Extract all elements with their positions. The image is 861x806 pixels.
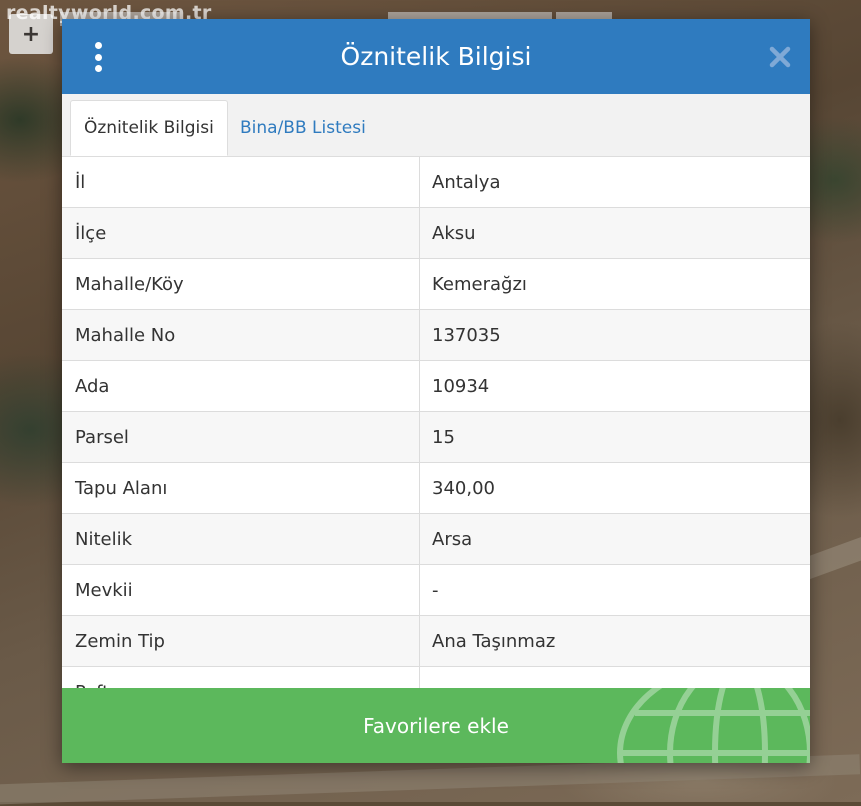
row-label: Tapu Alanı [62,463,420,513]
close-icon[interactable] [768,45,792,69]
row-value [420,667,810,688]
modal-title: Öznitelik Bilgisi [340,42,532,71]
row-value: Arsa [432,528,473,550]
row-value: Antalya [432,171,501,193]
modal-header: Öznitelik Bilgisi [62,19,810,94]
add-to-favorites-label: Favorilere ekle [363,713,509,738]
row-label: İlçe [62,208,420,258]
row-value: Aksu [432,222,476,244]
attribute-table[interactable]: İl Antalya İlçe Aksu Mahalle/Köy Kemerağ… [62,157,810,688]
row-value: 15 [432,426,455,448]
row-label: İl [62,157,420,207]
table-row: Mahalle No 137035 [62,310,810,361]
tab-building-list[interactable]: Bina/BB Listesi [227,100,379,156]
row-value: 340,00 [432,477,495,499]
row-label: Parsel [62,412,420,462]
row-label: Pafta [62,667,420,688]
tab-bar: Öznitelik Bilgisi Bina/BB Listesi [62,94,810,157]
add-to-favorites-button[interactable]: Favorilere ekle [62,688,810,763]
table-row: Zemin Tip Ana Taşınmaz [62,616,810,667]
globe-watermark-icon [617,688,810,763]
tab-attribute-info[interactable]: Öznitelik Bilgisi [70,100,228,156]
attribute-info-modal: Öznitelik Bilgisi Öznitelik Bilgisi Bina… [62,19,810,763]
table-row: Mahalle/Köy Kemerağzı [62,259,810,310]
row-value: 137035 [432,324,501,346]
row-label: Nitelik [62,514,420,564]
row-label: Zemin Tip [62,616,420,666]
table-row: İlçe Aksu [62,208,810,259]
plus-icon: + [21,21,41,47]
row-label: Ada [62,361,420,411]
table-row: Pafta [62,667,810,688]
row-value: - [432,579,439,601]
row-label: Mahalle No [62,310,420,360]
table-row: Parsel 15 [62,412,810,463]
row-label: Mevkii [62,565,420,615]
vertical-dots-icon[interactable] [88,42,108,72]
table-row: Nitelik Arsa [62,514,810,565]
row-value: 10934 [432,375,490,397]
table-row: Tapu Alanı 340,00 [62,463,810,514]
table-row: İl Antalya [62,157,810,208]
row-label: Mahalle/Köy [62,259,420,309]
row-value: Kemerağzı [432,273,527,295]
table-row: Ada 10934 [62,361,810,412]
row-value: Ana Taşınmaz [432,630,556,652]
table-row: Mevkii - [62,565,810,616]
